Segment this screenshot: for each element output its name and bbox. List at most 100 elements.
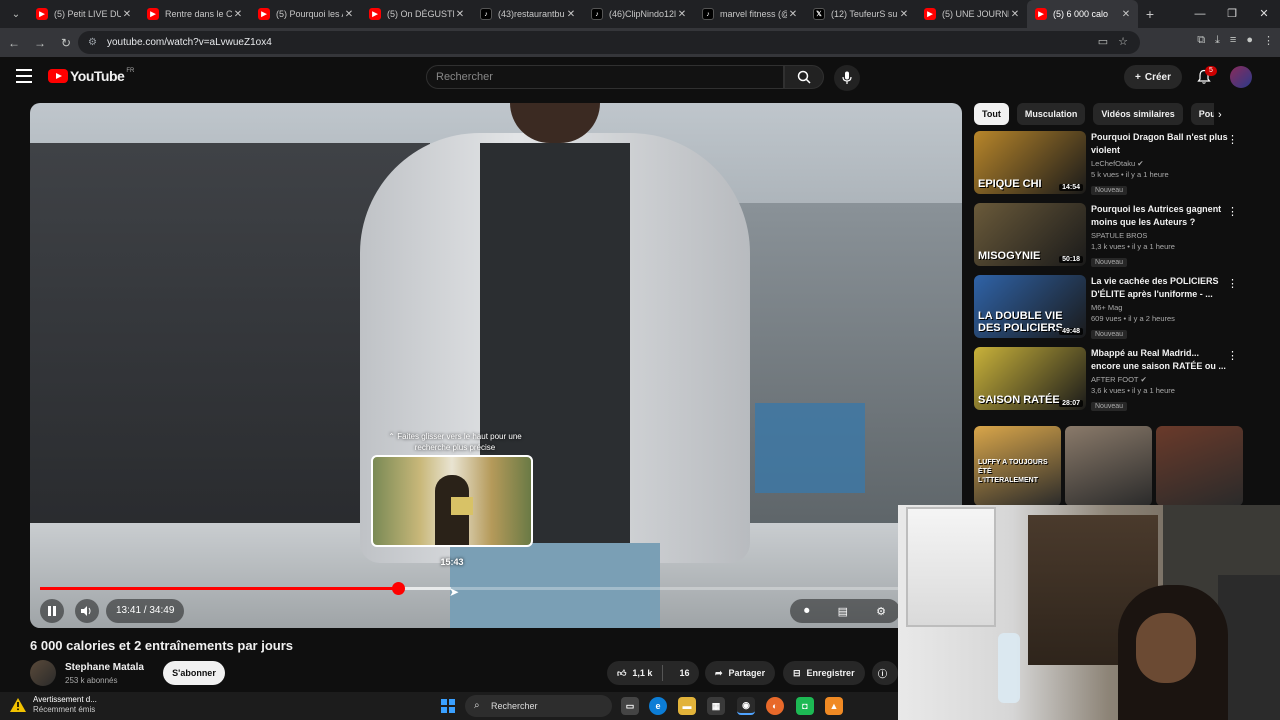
recommended-channel[interactable]: LeChefOtaku ✔: [1091, 159, 1229, 168]
browser-tab[interactable]: ▶ Rentre dans le Ca ✕: [139, 0, 250, 28]
recommended-channel[interactable]: AFTER FOOT ✔: [1091, 375, 1229, 384]
recommended-title[interactable]: Pourquoi les Autrices gagnent moins que …: [1091, 203, 1229, 229]
tab-close-icon[interactable]: ✕: [676, 9, 688, 20]
site-info-icon[interactable]: ⚙: [88, 37, 97, 48]
tab-close-icon[interactable]: ✕: [1009, 9, 1021, 20]
more-options-icon[interactable]: ⋮: [1227, 349, 1238, 362]
browser-tab[interactable]: ▶ (5) Pourquoi les A ✕: [250, 0, 361, 28]
recommended-title[interactable]: Pourquoi Dragon Ball n'est plus violent: [1091, 131, 1229, 157]
video-thumbnail[interactable]: LA DOUBLE VIE DES POLICIERS 49:48: [974, 275, 1086, 338]
recommended-video[interactable]: SAISON RATÉE 28:07 Mbappé au Real Madrid..…: [974, 347, 1244, 412]
close-window-icon[interactable]: ✕: [1248, 0, 1280, 28]
profile-icon[interactable]: ●: [1246, 34, 1253, 47]
volume-button[interactable]: [75, 599, 99, 623]
tab-search-icon[interactable]: ⌄: [4, 4, 28, 24]
restore-icon[interactable]: ❐: [1216, 0, 1248, 28]
vlc-icon[interactable]: ▲: [825, 697, 843, 715]
tab-close-icon[interactable]: ✕: [898, 9, 910, 20]
browser-tab[interactable]: ▶ (5) UNE JOURNÉE✕: [916, 0, 1027, 28]
bookmark-star-icon[interactable]: ☆: [1118, 35, 1128, 48]
short-thumbnail[interactable]: LUFFY A TOUJOURS ÉTÉ L'ITTERALEMENT: [974, 426, 1061, 506]
download-icon[interactable]: ⤓: [1215, 34, 1220, 47]
account-avatar[interactable]: [1230, 66, 1252, 88]
tab-close-icon[interactable]: ✕: [565, 9, 577, 20]
edge-icon[interactable]: e: [649, 697, 667, 715]
save-button[interactable]: ⊟ Enregistrer: [783, 661, 865, 685]
browser-tab[interactable]: ▶ (5) 6 000 calo ✕: [1027, 0, 1138, 28]
taskbar-search[interactable]: ⌕ Rechercher: [465, 695, 612, 717]
channel-avatar[interactable]: [30, 660, 56, 686]
new-tab-button[interactable]: +: [1138, 6, 1162, 22]
firefox-icon[interactable]: ◐: [766, 697, 784, 715]
chrome-icon[interactable]: ◉: [737, 697, 755, 715]
search-button[interactable]: [784, 65, 824, 89]
recommended-video[interactable]: EPIQUE CHI 14:54 Pourquoi Dragon Ball n'es…: [974, 131, 1244, 196]
share-button[interactable]: ➦ Partager: [705, 661, 776, 685]
short-thumbnail[interactable]: [1156, 426, 1243, 506]
extensions-icon[interactable]: ⧉: [1197, 34, 1205, 47]
youtube-logo[interactable]: YouTube FR: [48, 68, 134, 84]
channel-name[interactable]: Stephane Matala: [65, 662, 144, 673]
chips-next-arrow-icon[interactable]: ›: [1218, 109, 1222, 121]
forward-icon[interactable]: →: [28, 36, 52, 50]
file-explorer-icon[interactable]: ▬: [678, 697, 696, 715]
create-button[interactable]: + Créer: [1124, 65, 1182, 89]
tab-close-icon[interactable]: ✕: [1120, 9, 1132, 20]
video-thumbnail[interactable]: SAISON RATÉE 28:07: [974, 347, 1086, 410]
reload-icon[interactable]: ↻: [54, 36, 78, 50]
browser-tab[interactable]: ▶ (5) On DÉGUSTE l✕: [361, 0, 472, 28]
subscribe-button[interactable]: S'abonner: [163, 661, 225, 685]
recommended-channel[interactable]: SPATULE BROS: [1091, 231, 1229, 240]
warning-icon[interactable]: [10, 698, 26, 712]
short-thumbnail[interactable]: [1065, 426, 1152, 506]
notification-text[interactable]: Avertissement d... Récemment émis: [33, 695, 97, 715]
filter-chip[interactable]: Tout: [974, 103, 1009, 125]
video-player[interactable]: ⌃ Faites glisser vers le haut pour une r…: [30, 103, 962, 628]
recommended-video[interactable]: LA DOUBLE VIE DES POLICIERS 49:48 La vie c…: [974, 275, 1244, 340]
voice-search-button[interactable]: [834, 65, 860, 91]
tab-close-icon[interactable]: ✕: [232, 9, 244, 20]
settings-gear-icon[interactable]: ⚙: [876, 605, 886, 618]
more-options-icon[interactable]: ⋮: [1227, 277, 1238, 290]
subtitles-icon[interactable]: ▤: [838, 605, 848, 618]
like-button[interactable]: 👍︎ 1,1 k: [607, 665, 664, 681]
video-thumbnail[interactable]: MISOGYNIE 50:18: [974, 203, 1086, 266]
browser-tab[interactable]: ♪ marvel fitness (@ ✕: [694, 0, 805, 28]
tab-close-icon[interactable]: ✕: [787, 9, 799, 20]
tab-close-icon[interactable]: ✕: [121, 9, 133, 20]
thanks-button[interactable]: ⓘ: [872, 661, 898, 685]
autoplay-toggle-icon[interactable]: ⏺: [804, 605, 810, 618]
video-thumbnail[interactable]: EPIQUE CHI 14:54: [974, 131, 1086, 194]
browser-tab[interactable]: 𝕏 (12) TeufeurS sur ✕: [805, 0, 916, 28]
media-controls-icon[interactable]: ≡: [1230, 34, 1236, 47]
more-options-icon[interactable]: ⋮: [1227, 205, 1238, 218]
cast-icon[interactable]: ▭: [1098, 35, 1108, 48]
task-view-icon[interactable]: ▭: [621, 697, 639, 715]
windows-start-icon[interactable]: [441, 699, 455, 713]
app-icon[interactable]: ◘: [796, 697, 814, 715]
url-field[interactable]: ⚙ youtube.com/watch?v=aLvwueZ1ox4 ▭ ☆: [78, 31, 1140, 54]
filter-chip[interactable]: Vidéos similaires: [1093, 103, 1183, 125]
recommended-channel[interactable]: M6+ Mag: [1091, 303, 1229, 312]
pause-button[interactable]: [40, 599, 64, 623]
menu-icon[interactable]: [16, 69, 32, 83]
back-icon[interactable]: ←: [2, 36, 26, 50]
browser-menu-icon[interactable]: ⋮: [1263, 34, 1274, 47]
recommended-video[interactable]: MISOGYNIE 50:18 Pourquoi les Autrices gagn…: [974, 203, 1244, 268]
tab-close-icon[interactable]: ✕: [454, 9, 466, 20]
tab-close-icon[interactable]: ✕: [343, 9, 355, 20]
progress-scrubber-handle[interactable]: [391, 582, 405, 595]
minimize-icon[interactable]: —: [1184, 0, 1216, 28]
recommended-title[interactable]: Mbappé au Real Madrid... encore une sais…: [1091, 347, 1229, 373]
more-options-icon[interactable]: ⋮: [1227, 133, 1238, 146]
store-icon[interactable]: ▦: [707, 697, 725, 715]
progress-bar[interactable]: [40, 582, 952, 595]
search-input[interactable]: Rechercher: [426, 65, 784, 89]
browser-tab[interactable]: ▶ (5) Petit LIVE DU S✕: [28, 0, 139, 28]
browser-tab[interactable]: ♪ (46)ClipNindo12l ✕: [583, 0, 694, 28]
filter-chip[interactable]: Pour: [1190, 103, 1214, 125]
recommended-title[interactable]: La vie cachée des POLICIERS D'ÉLITE aprè…: [1091, 275, 1229, 301]
comment-count[interactable]: 16: [669, 668, 699, 678]
filter-chip[interactable]: Musculation: [1016, 103, 1086, 125]
browser-tab[interactable]: ♪ (43)restaurantbur ✕: [472, 0, 583, 28]
